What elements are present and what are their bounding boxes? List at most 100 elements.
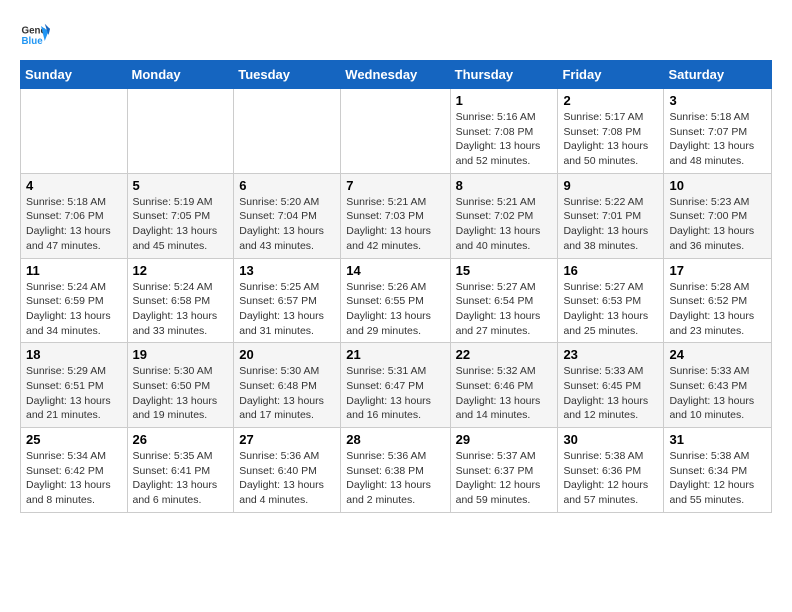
calendar-cell: 3 Sunrise: 5:18 AMSunset: 7:07 PMDaylight… [664,89,772,174]
week-row-2: 4 Sunrise: 5:18 AMSunset: 7:06 PMDaylight… [21,173,772,258]
day-number: 1 [456,93,553,108]
calendar-cell: 21 Sunrise: 5:31 AMSunset: 6:47 PMDayligh… [341,343,450,428]
day-number: 23 [563,347,658,362]
day-number: 19 [133,347,229,362]
day-info: Sunrise: 5:22 AMSunset: 7:01 PMDaylight:… [563,195,658,254]
day-info: Sunrise: 5:37 AMSunset: 6:37 PMDaylight:… [456,449,553,508]
day-number: 17 [669,263,766,278]
day-number: 4 [26,178,122,193]
calendar-cell: 6Sunrise: 5:20 AMSunset: 7:04 PMDaylight… [234,173,341,258]
calendar-cell: 5 Sunrise: 5:19 AMSunset: 7:05 PMDaylight… [127,173,234,258]
day-number: 11 [26,263,122,278]
calendar-cell: 4 Sunrise: 5:18 AMSunset: 7:06 PMDaylight… [21,173,128,258]
week-row-4: 18 Sunrise: 5:29 AMSunset: 6:51 PMDayligh… [21,343,772,428]
day-number: 6 [239,178,335,193]
days-header-row: SundayMondayTuesdayWednesdayThursdayFrid… [21,61,772,89]
svg-text:Blue: Blue [22,36,44,47]
day-info: Sunrise: 5:30 AMSunset: 6:50 PMDaylight:… [133,364,229,423]
day-number: 21 [346,347,444,362]
day-number: 27 [239,432,335,447]
calendar-cell: 14Sunrise: 5:26 AMSunset: 6:55 PMDayligh… [341,258,450,343]
day-info: Sunrise: 5:33 AMSunset: 6:43 PMDaylight:… [669,364,766,423]
calendar-cell: 9 Sunrise: 5:22 AMSunset: 7:01 PMDaylight… [558,173,664,258]
logo: General Blue [20,20,50,50]
day-info: Sunrise: 5:38 AMSunset: 6:36 PMDaylight:… [563,449,658,508]
day-number: 30 [563,432,658,447]
day-number: 18 [26,347,122,362]
day-info: Sunrise: 5:35 AMSunset: 6:41 PMDaylight:… [133,449,229,508]
day-info: Sunrise: 5:36 AMSunset: 6:38 PMDaylight:… [346,449,444,508]
day-header-tuesday: Tuesday [234,61,341,89]
day-info: Sunrise: 5:18 AMSunset: 7:07 PMDaylight:… [669,110,766,169]
day-info: Sunrise: 5:21 AMSunset: 7:02 PMDaylight:… [456,195,553,254]
calendar-cell: 20 Sunrise: 5:30 AMSunset: 6:48 PMDayligh… [234,343,341,428]
calendar-cell: 19 Sunrise: 5:30 AMSunset: 6:50 PMDayligh… [127,343,234,428]
calendar-cell [341,89,450,174]
day-info: Sunrise: 5:24 AMSunset: 6:58 PMDaylight:… [133,280,229,339]
calendar-cell [234,89,341,174]
calendar-cell: 31 Sunrise: 5:38 AMSunset: 6:34 PMDayligh… [664,428,772,513]
day-number: 31 [669,432,766,447]
day-header-monday: Monday [127,61,234,89]
day-number: 7 [346,178,444,193]
day-number: 16 [563,263,658,278]
day-number: 29 [456,432,553,447]
day-info: Sunrise: 5:16 AMSunset: 7:08 PMDaylight:… [456,110,553,169]
day-info: Sunrise: 5:34 AMSunset: 6:42 PMDaylight:… [26,449,122,508]
day-info: Sunrise: 5:17 AMSunset: 7:08 PMDaylight:… [563,110,658,169]
calendar-cell: 23 Sunrise: 5:33 AMSunset: 6:45 PMDayligh… [558,343,664,428]
calendar-cell: 25 Sunrise: 5:34 AMSunset: 6:42 PMDayligh… [21,428,128,513]
day-number: 8 [456,178,553,193]
calendar-cell: 30 Sunrise: 5:38 AMSunset: 6:36 PMDayligh… [558,428,664,513]
calendar-cell: 11 Sunrise: 5:24 AMSunset: 6:59 PMDayligh… [21,258,128,343]
calendar-cell: 24 Sunrise: 5:33 AMSunset: 6:43 PMDayligh… [664,343,772,428]
calendar-cell: 1 Sunrise: 5:16 AMSunset: 7:08 PMDaylight… [450,89,558,174]
day-number: 2 [563,93,658,108]
day-number: 3 [669,93,766,108]
day-header-thursday: Thursday [450,61,558,89]
calendar-cell: 10Sunrise: 5:23 AMSunset: 7:00 PMDayligh… [664,173,772,258]
day-number: 9 [563,178,658,193]
calendar-cell: 8 Sunrise: 5:21 AMSunset: 7:02 PMDaylight… [450,173,558,258]
calendar-cell: 28 Sunrise: 5:36 AMSunset: 6:38 PMDayligh… [341,428,450,513]
day-info: Sunrise: 5:36 AMSunset: 6:40 PMDaylight:… [239,449,335,508]
calendar-cell: 7 Sunrise: 5:21 AMSunset: 7:03 PMDaylight… [341,173,450,258]
day-number: 20 [239,347,335,362]
calendar-cell: 13Sunrise: 5:25 AMSunset: 6:57 PMDayligh… [234,258,341,343]
calendar-cell [127,89,234,174]
day-number: 5 [133,178,229,193]
logo-icon: General Blue [20,20,50,50]
day-number: 15 [456,263,553,278]
day-info: Sunrise: 5:31 AMSunset: 6:47 PMDaylight:… [346,364,444,423]
calendar-cell: 18 Sunrise: 5:29 AMSunset: 6:51 PMDayligh… [21,343,128,428]
day-header-saturday: Saturday [664,61,772,89]
page-header: General Blue [20,20,772,50]
day-info: Sunrise: 5:30 AMSunset: 6:48 PMDaylight:… [239,364,335,423]
day-info: Sunrise: 5:33 AMSunset: 6:45 PMDaylight:… [563,364,658,423]
day-info: Sunrise: 5:21 AMSunset: 7:03 PMDaylight:… [346,195,444,254]
calendar-cell: 12Sunrise: 5:24 AMSunset: 6:58 PMDayligh… [127,258,234,343]
day-info: Sunrise: 5:29 AMSunset: 6:51 PMDaylight:… [26,364,122,423]
calendar-cell: 27 Sunrise: 5:36 AMSunset: 6:40 PMDayligh… [234,428,341,513]
day-number: 24 [669,347,766,362]
day-info: Sunrise: 5:18 AMSunset: 7:06 PMDaylight:… [26,195,122,254]
day-info: Sunrise: 5:28 AMSunset: 6:52 PMDaylight:… [669,280,766,339]
day-info: Sunrise: 5:27 AMSunset: 6:53 PMDaylight:… [563,280,658,339]
day-info: Sunrise: 5:19 AMSunset: 7:05 PMDaylight:… [133,195,229,254]
day-number: 25 [26,432,122,447]
day-header-sunday: Sunday [21,61,128,89]
calendar-cell: 26 Sunrise: 5:35 AMSunset: 6:41 PMDayligh… [127,428,234,513]
day-info: Sunrise: 5:38 AMSunset: 6:34 PMDaylight:… [669,449,766,508]
calendar-cell: 22Sunrise: 5:32 AMSunset: 6:46 PMDayligh… [450,343,558,428]
calendar-cell: 29 Sunrise: 5:37 AMSunset: 6:37 PMDayligh… [450,428,558,513]
day-info: Sunrise: 5:23 AMSunset: 7:00 PMDaylight:… [669,195,766,254]
day-info: Sunrise: 5:26 AMSunset: 6:55 PMDaylight:… [346,280,444,339]
calendar-table: SundayMondayTuesdayWednesdayThursdayFrid… [20,60,772,513]
week-row-3: 11 Sunrise: 5:24 AMSunset: 6:59 PMDayligh… [21,258,772,343]
day-info: Sunrise: 5:24 AMSunset: 6:59 PMDaylight:… [26,280,122,339]
week-row-1: 1 Sunrise: 5:16 AMSunset: 7:08 PMDaylight… [21,89,772,174]
day-number: 28 [346,432,444,447]
day-number: 13 [239,263,335,278]
calendar-cell: 17 Sunrise: 5:28 AMSunset: 6:52 PMDayligh… [664,258,772,343]
day-number: 26 [133,432,229,447]
